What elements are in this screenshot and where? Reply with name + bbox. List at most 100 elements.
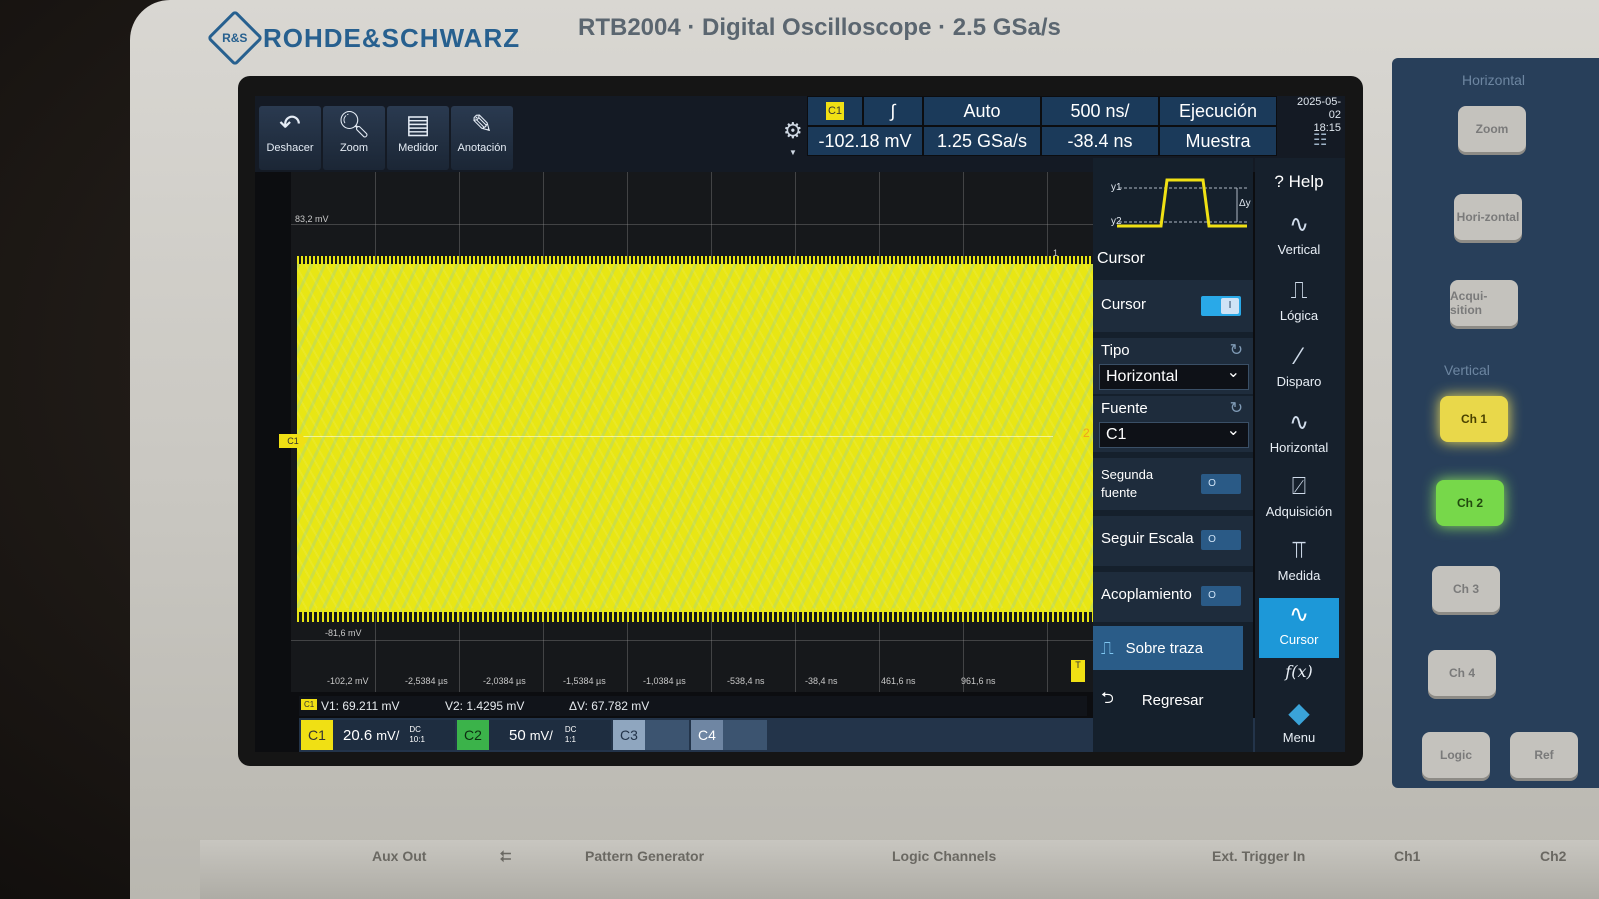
segunda-fuente-toggle[interactable]: O (1201, 474, 1241, 494)
horizontal-icon: ∿ (1288, 409, 1310, 436)
menu-cursor-label: Cursor (1279, 632, 1319, 647)
cursor-icon: ∿ (1288, 601, 1310, 628)
annotation-button[interactable]: ✎ Anotación (451, 106, 513, 170)
c4-tag: C4 (691, 720, 723, 750)
sample-rate[interactable]: 1.25 GSa/s (923, 126, 1041, 156)
ch4-hw-button[interactable]: Ch 4 (1428, 650, 1496, 696)
acquisition-mode[interactable]: Muestra (1159, 126, 1277, 156)
x-tick-label: 461,6 ns (881, 676, 916, 686)
logic-hw-button[interactable]: Logic (1422, 732, 1490, 778)
seguir-escala-toggle[interactable]: O (1201, 530, 1241, 550)
run-state[interactable]: Ejecución (1159, 96, 1277, 126)
acoplamiento-row[interactable]: Acoplamiento O (1093, 572, 1253, 622)
x-tick-label: -1,5384 µs (563, 676, 606, 686)
menu-disparo[interactable]: ∕ Disparo (1259, 340, 1339, 400)
menu-button[interactable]: ◆ Menu (1259, 696, 1339, 750)
undo-button[interactable]: ↶ Deshacer (259, 106, 321, 170)
y-bottom-label: -81,6 mV (325, 628, 362, 638)
trigger-mode[interactable]: Auto (923, 96, 1041, 126)
sobre-traza-button[interactable]: ⎍ Sobre traza (1093, 626, 1243, 670)
trigger-marker[interactable]: T (1071, 660, 1085, 682)
pulse-icon: ⎍ (1101, 637, 1114, 658)
gear-icon[interactable]: ⚙ (783, 118, 803, 144)
waveform-bottom-edge (297, 608, 1093, 622)
reset-icon[interactable]: ↻ (1230, 340, 1243, 360)
fuente-select[interactable]: C1 (1099, 419, 1249, 448)
menu-label: Menu (1282, 730, 1316, 745)
menu-medida-label: Medida (1277, 568, 1321, 583)
cursor-line-2[interactable] (291, 436, 1053, 437)
horizontal-hw-button[interactable]: Hori-zontal (1454, 194, 1522, 240)
ch1-hw-button[interactable]: Ch 1 (1440, 396, 1508, 442)
menu-medida[interactable]: ⫪ Medida (1259, 534, 1339, 594)
c1-probe: 10:1 (409, 735, 425, 744)
seguir-escala-row[interactable]: Seguir Escala O (1093, 516, 1253, 566)
vertical-icon: ∿ (1288, 211, 1310, 238)
logic-icon: ⎍ (1290, 277, 1308, 304)
regresar-button[interactable]: ⮌ Regresar (1093, 680, 1253, 720)
c1-scale: 20.6 (343, 726, 373, 744)
ref-hw-button[interactable]: Ref (1510, 732, 1578, 778)
tipo-label: Tipo (1101, 342, 1130, 359)
grid-line (291, 224, 1093, 225)
meter-button[interactable]: ▤ Medidor (387, 106, 449, 170)
menu-adquisicion-label: Adquisición (1265, 504, 1333, 519)
toggle-knob: O (1203, 588, 1221, 604)
timebase[interactable]: 500 ns/ (1041, 96, 1159, 126)
channel-badge: C1 (826, 102, 844, 120)
network-icon: ☷ (1313, 132, 1328, 149)
acoplamiento-label: Acoplamiento (1101, 586, 1192, 603)
menu-adquisicion[interactable]: ⍁ Adquisición (1259, 470, 1339, 530)
c1-unit: mV/ (376, 727, 400, 743)
cursor-toggle-row[interactable]: Cursor I (1093, 280, 1253, 332)
reset-icon[interactable]: ↻ (1230, 398, 1243, 418)
tipo-row: Tipo ↻ Horizontal (1093, 338, 1253, 394)
tipo-select[interactable]: Horizontal (1099, 361, 1249, 390)
trigger-source-cell[interactable]: C1 (807, 96, 863, 126)
undo-label: Deshacer (266, 142, 314, 154)
trigger-slope-cell[interactable]: ∫ (863, 96, 923, 126)
panel-title: Cursor (1097, 250, 1146, 267)
usb-icon: ⮄ (500, 848, 512, 864)
cursor2-label[interactable]: 2 (1083, 426, 1090, 440)
trigger-level[interactable]: -102.18 mV (807, 126, 923, 156)
channel-c3[interactable]: C3 (613, 720, 689, 750)
c1-coupling: DC 10:1 (409, 725, 425, 745)
undo-icon: ↶ (279, 109, 301, 139)
x-tick-label: -2,5384 µs (405, 676, 448, 686)
horizontal-section-label: Horizontal (1462, 72, 1526, 88)
cursor-toggle[interactable]: I (1201, 296, 1241, 316)
zoom-hw-button[interactable]: Zoom (1458, 106, 1526, 152)
c1-tag: C1 (301, 720, 333, 750)
c2-coupling-mode: DC (564, 725, 577, 734)
cursor-preview-graphic (1117, 178, 1247, 228)
ch3-hw-button[interactable]: Ch 3 (1432, 566, 1500, 612)
brand: R&S ROHDE&SCHWARZ (206, 9, 520, 67)
ch2-hw-button[interactable]: Ch 2 (1436, 480, 1504, 526)
zoom-button[interactable]: 🔍︎ Zoom (323, 106, 385, 170)
channel-offset-marker[interactable]: C1 (279, 434, 307, 448)
chevron-down-icon[interactable]: ▼ (789, 148, 797, 157)
x-tick-label: -38,4 ns (805, 676, 838, 686)
fuente-row: Fuente ↻ C1 (1093, 396, 1253, 452)
acquisition-hw-button[interactable]: Acqui-sition (1450, 280, 1518, 326)
time-offset[interactable]: -38.4 ns (1041, 126, 1159, 156)
trigger-icon: ∕ (1296, 343, 1301, 370)
ch1-input-label: Ch1 (1394, 848, 1421, 864)
c2-unit: mV/ (529, 727, 553, 743)
channel-c4[interactable]: C4 (691, 720, 767, 750)
x-tick-label: -2,0384 µs (483, 676, 526, 686)
menu-logica[interactable]: ⎍ Lógica (1259, 274, 1339, 334)
waveform-plot[interactable]: 83,2 mV -81,6 mV -102,2 mV -2,5384 µs -2… (291, 172, 1093, 692)
menu-cursor[interactable]: ∿ Cursor (1259, 598, 1339, 658)
channel-c1[interactable]: C1 20.6 mV/ DC 10:1 (301, 720, 455, 750)
help-button[interactable]: ? Help (1259, 162, 1339, 202)
menu-horizontal[interactable]: ∿ Horizontal (1259, 406, 1339, 466)
channel-c2[interactable]: C2 50 mV/ DC 1:1 (457, 720, 611, 750)
segunda-fuente-row[interactable]: Segunda fuente O (1093, 458, 1253, 510)
menu-vertical[interactable]: ∿ Vertical (1259, 208, 1339, 268)
acquisition-icon: ⍁ (1291, 473, 1307, 500)
rising-edge-icon: ∫ (890, 100, 896, 121)
acoplamiento-toggle[interactable]: O (1201, 586, 1241, 606)
math-button[interactable]: f(x) (1259, 662, 1339, 692)
